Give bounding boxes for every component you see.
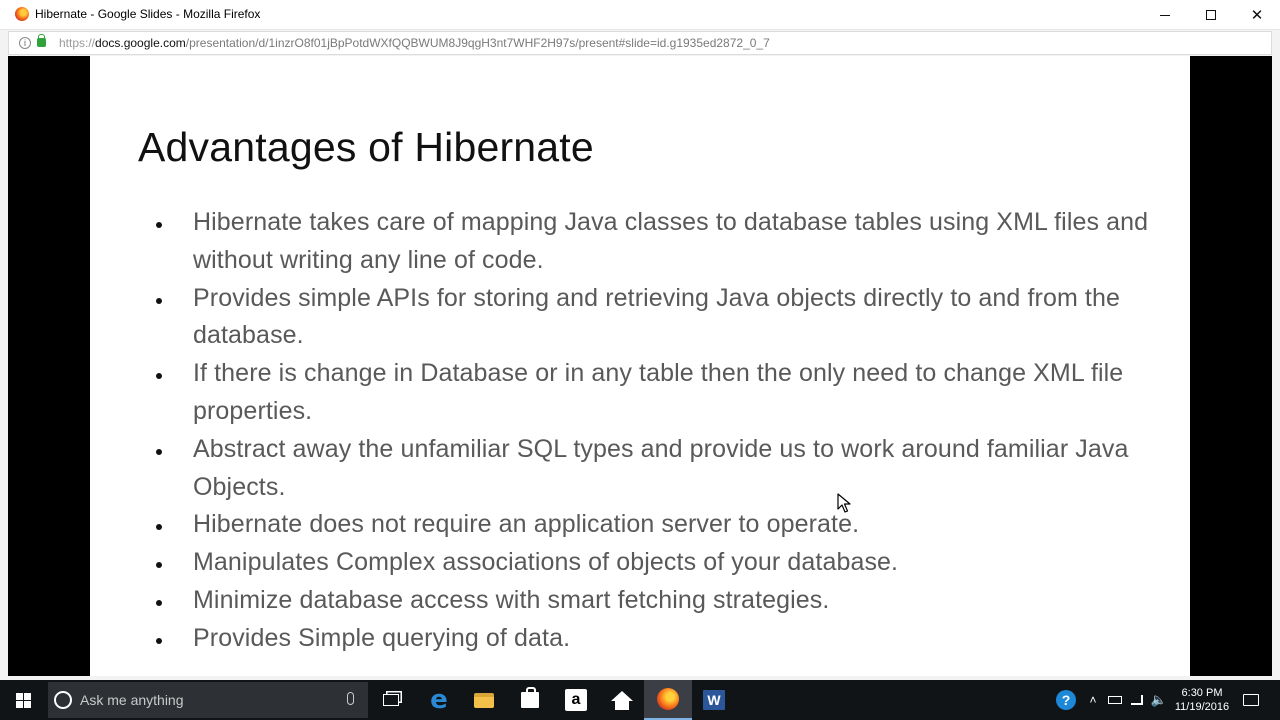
bullet-item: Abstract away the unfamiliar SQL types a… [152,431,1152,507]
bullet-icon [156,222,162,228]
bullet-text: Hibernate takes care of mapping Java cla… [193,208,1149,274]
battery-icon [1108,696,1122,704]
taskbar-edge-button[interactable]: e [415,680,463,720]
bullet-text: Manipulates Complex associations of obje… [193,548,899,577]
windows-logo-icon [15,692,31,708]
bullet-icon [156,297,162,304]
info-icon[interactable]: i [19,37,31,49]
taskbar: Ask me anything e a W ? ˄ 🔈 6:30 PM 11/1… [0,680,1280,720]
word-icon: W [703,690,725,710]
bullet-item: Hibernate does not require an applicatio… [152,506,1152,544]
close-icon: ✕ [1250,7,1264,24]
amazon-icon: a [565,689,587,711]
tray-help-button[interactable]: ? [1054,680,1078,720]
slide[interactable]: Advantages of Hibernate Hibernate takes … [90,56,1190,676]
tray-power-button[interactable] [1106,680,1124,720]
window-title: Hibernate - Google Slides - Mozilla Fire… [35,7,261,21]
tray-clock[interactable]: 6:30 PM 11/19/2016 [1170,680,1234,720]
taskbar-file-explorer-button[interactable] [460,680,508,720]
action-center-button[interactable] [1238,680,1264,720]
bullet-text: Provides Simple querying of data. [193,623,571,652]
clock-time: 6:30 PM [1181,687,1223,699]
home-icon [611,691,633,710]
bullet-icon [156,599,162,606]
bullet-item: Provides Simple querying of data. [152,620,1152,658]
desktop-screen: Hibernate - Google Slides - Mozilla Fire… [0,0,1280,720]
window-titlebar[interactable]: Hibernate - Google Slides - Mozilla Fire… [0,0,1280,30]
bullet-text: If there is change in Database or in any… [193,359,1124,425]
bullet-item: Hibernate takes care of mapping Java cla… [152,204,1152,280]
taskbar-home-button[interactable] [598,680,646,720]
bullet-text: Provides simple APIs for storing and ret… [193,283,1120,350]
bullet-item: Manipulates Complex associations of obje… [152,544,1152,582]
help-icon: ? [1056,690,1076,710]
notification-icon [1243,694,1259,706]
volume-icon: 🔈 [1150,692,1168,707]
firefox-icon [15,7,29,21]
url-domain: docs.google.com [95,36,186,50]
bullet-icon [156,524,162,531]
minimize-icon [1160,14,1170,16]
folder-icon [474,692,494,708]
task-view-icon [383,694,399,706]
minimize-button[interactable] [1142,0,1188,30]
close-button[interactable]: ✕ [1234,0,1280,30]
bullet-icon [156,373,162,380]
maximize-button[interactable] [1188,0,1234,30]
bullet-icon [156,448,162,455]
address-bar[interactable]: i https://docs.google.com/presentation/d… [8,31,1272,55]
taskbar-firefox-button[interactable] [644,680,692,720]
mouse-cursor-icon [837,493,851,513]
microphone-icon[interactable] [347,692,354,705]
bullet-text: Minimize database access with smart fetc… [193,585,830,614]
bullet-item: Provides simple APIs for storing and ret… [152,280,1152,356]
tray-overflow-button[interactable]: ˄ [1084,680,1102,720]
firefox-taskbar-icon [657,688,679,710]
bullet-text: Hibernate does not require an applicatio… [193,510,860,539]
slide-title: Advantages of Hibernate [138,124,594,170]
taskbar-amazon-button[interactable]: a [552,680,600,720]
cortana-search-box[interactable]: Ask me anything [48,682,368,718]
edge-icon: e [430,685,448,715]
lock-icon[interactable] [37,34,46,47]
bullet-item: If there is change in Database or in any… [152,355,1152,431]
tray-network-button[interactable] [1128,680,1146,720]
tray-volume-button[interactable]: 🔈 [1150,680,1168,720]
bullet-icon [156,562,162,569]
chevron-up-icon: ˄ [1089,693,1097,707]
taskbar-store-button[interactable] [506,680,554,720]
taskbar-word-button[interactable]: W [690,680,738,720]
start-button[interactable] [0,680,46,720]
maximize-icon [1206,10,1216,20]
task-view-button[interactable] [367,680,415,720]
network-icon [1131,695,1143,705]
presentation-view[interactable]: Advantages of Hibernate Hibernate takes … [8,56,1272,676]
store-icon [521,687,539,708]
cortana-icon [54,691,72,709]
bullet-list: Hibernate takes care of mapping Java cla… [152,204,1152,658]
bullet-icon [156,637,162,644]
bullet-text: Abstract away the unfamiliar SQL types a… [193,434,1129,501]
search-placeholder: Ask me anything [80,692,184,708]
clock-date: 11/19/2016 [1174,701,1230,713]
url-scheme: https:// [59,36,96,50]
url-path: /presentation/d/1inzrO8f01jBpPotdWXfQQBW… [185,36,770,50]
bullet-item: Minimize database access with smart fetc… [152,582,1152,620]
url-text[interactable]: https://docs.google.com/presentation/d/1… [59,36,770,50]
